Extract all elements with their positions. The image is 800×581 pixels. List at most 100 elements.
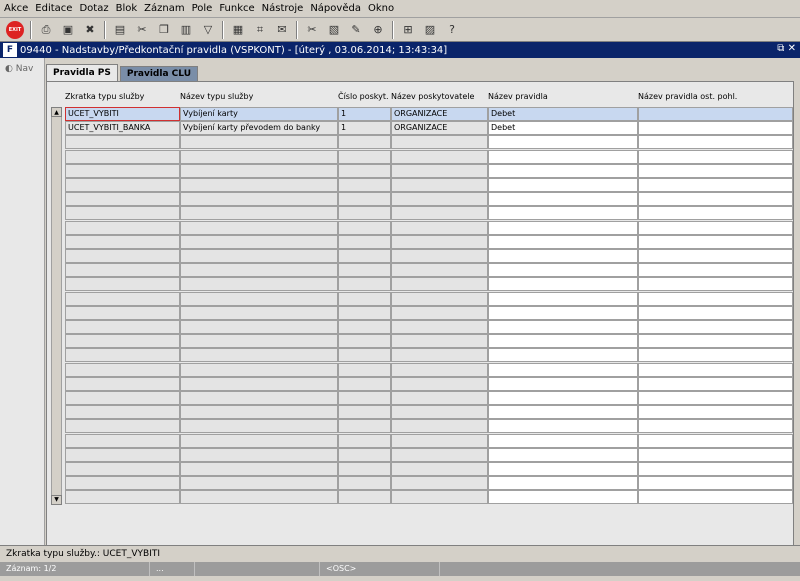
table-cell[interactable] <box>180 320 338 334</box>
table-cell[interactable] <box>180 348 338 363</box>
table-cell[interactable] <box>180 405 338 420</box>
menu-item-7[interactable]: Nástroje <box>262 3 304 14</box>
menu-item-5[interactable]: Pole <box>192 3 213 14</box>
menu-item-1[interactable]: Editace <box>35 3 72 14</box>
table-cell[interactable]: Vybíjení karty převodem do banky <box>180 121 338 136</box>
table-cell[interactable] <box>488 220 638 235</box>
table-cell[interactable] <box>180 391 338 405</box>
paste-icon[interactable]: ▥ <box>178 22 194 38</box>
menu-item-0[interactable]: Akce <box>4 3 28 14</box>
table-cell[interactable] <box>391 291 488 306</box>
print-icon[interactable]: ⎙ <box>38 22 54 38</box>
table-cell[interactable] <box>180 178 338 192</box>
table-cell[interactable] <box>638 263 793 278</box>
table-cell[interactable] <box>488 192 638 207</box>
table-cell[interactable]: 1 <box>338 107 391 121</box>
table-cell[interactable] <box>391 334 488 349</box>
scroll-down-icon[interactable]: ▼ <box>51 494 62 505</box>
menu-item-9[interactable]: Okno <box>368 3 394 14</box>
table-cell[interactable] <box>391 419 488 434</box>
table-cell[interactable] <box>391 135 488 150</box>
table-cell[interactable] <box>488 263 638 278</box>
table-cell[interactable] <box>638 447 793 462</box>
help-icon[interactable]: ? <box>444 22 460 38</box>
table-cell[interactable] <box>488 447 638 462</box>
table-cell[interactable] <box>488 178 638 192</box>
table-cell[interactable] <box>391 376 488 391</box>
table-cell[interactable] <box>391 490 488 505</box>
table-cell[interactable] <box>638 320 793 334</box>
table-cell[interactable] <box>488 277 638 292</box>
table-cell[interactable] <box>488 433 638 448</box>
table-cell[interactable] <box>65 149 180 164</box>
table-cell[interactable] <box>391 391 488 405</box>
table-cell[interactable] <box>338 291 391 306</box>
table-cell[interactable] <box>338 433 391 448</box>
table-cell[interactable] <box>338 206 391 221</box>
table-cell[interactable] <box>488 234 638 249</box>
table-cell[interactable] <box>180 362 338 377</box>
table-cell[interactable] <box>338 419 391 434</box>
table-cell[interactable]: Debet <box>488 107 638 121</box>
table-cell[interactable] <box>65 320 180 334</box>
table-cell[interactable] <box>638 178 793 192</box>
table-cell[interactable] <box>638 305 793 320</box>
table-cell[interactable] <box>488 334 638 349</box>
table-cell[interactable] <box>65 178 180 192</box>
table-cell[interactable] <box>488 320 638 334</box>
table-cell[interactable] <box>391 234 488 249</box>
table-cell[interactable] <box>180 192 338 207</box>
menu-item-3[interactable]: Blok <box>116 3 138 14</box>
table-cell[interactable] <box>180 291 338 306</box>
delete-icon[interactable]: ✖ <box>82 22 98 38</box>
table-cell[interactable] <box>65 433 180 448</box>
table-cell[interactable] <box>180 334 338 349</box>
table-cell[interactable] <box>180 149 338 164</box>
table-cell[interactable] <box>338 447 391 462</box>
table-cell[interactable] <box>488 305 638 320</box>
compose-icon[interactable]: ✎ <box>348 22 364 38</box>
table-cell[interactable] <box>180 234 338 249</box>
table-cell[interactable]: 1 <box>338 121 391 136</box>
table-cell[interactable] <box>180 305 338 320</box>
table-cell[interactable] <box>338 249 391 263</box>
table-cell[interactable] <box>338 376 391 391</box>
table-cell[interactable] <box>65 334 180 349</box>
table-cell[interactable] <box>638 348 793 363</box>
table-cell[interactable] <box>338 163 391 178</box>
table-cell[interactable] <box>638 476 793 491</box>
table-cell[interactable] <box>488 291 638 306</box>
table-cell[interactable] <box>338 263 391 278</box>
table-cell[interactable]: Vybíjení karty <box>180 107 338 121</box>
table-cell[interactable] <box>180 462 338 476</box>
table-cell[interactable] <box>338 391 391 405</box>
table-cell[interactable] <box>65 376 180 391</box>
table-cell[interactable] <box>638 462 793 476</box>
table-cell[interactable] <box>391 163 488 178</box>
table-cell[interactable] <box>65 476 180 491</box>
table-cell[interactable] <box>65 277 180 292</box>
table-cell[interactable] <box>180 419 338 434</box>
table-cell[interactable] <box>338 178 391 192</box>
table-cell[interactable] <box>180 263 338 278</box>
clipboard-icon[interactable]: ▧ <box>326 22 342 38</box>
table-cell[interactable] <box>65 206 180 221</box>
save-icon[interactable]: ▣ <box>60 22 76 38</box>
table-cell[interactable] <box>638 376 793 391</box>
nav-label[interactable]: ◐ Nav <box>5 64 33 74</box>
table-cell[interactable] <box>638 121 793 136</box>
table-cell[interactable] <box>65 348 180 363</box>
table-cell[interactable] <box>65 163 180 178</box>
folder-icon[interactable]: ▤ <box>112 22 128 38</box>
table-cell[interactable] <box>180 220 338 235</box>
table-cell[interactable] <box>488 163 638 178</box>
table-cell[interactable] <box>391 433 488 448</box>
table-cell[interactable] <box>638 291 793 306</box>
table-cell[interactable] <box>488 405 638 420</box>
table-cell[interactable] <box>338 490 391 505</box>
table-cell[interactable]: UCET_VYBITI <box>65 107 180 121</box>
table-cell[interactable] <box>391 305 488 320</box>
table-cell[interactable] <box>180 476 338 491</box>
table-cell[interactable] <box>338 277 391 292</box>
zoom-icon[interactable]: ⊕ <box>370 22 386 38</box>
